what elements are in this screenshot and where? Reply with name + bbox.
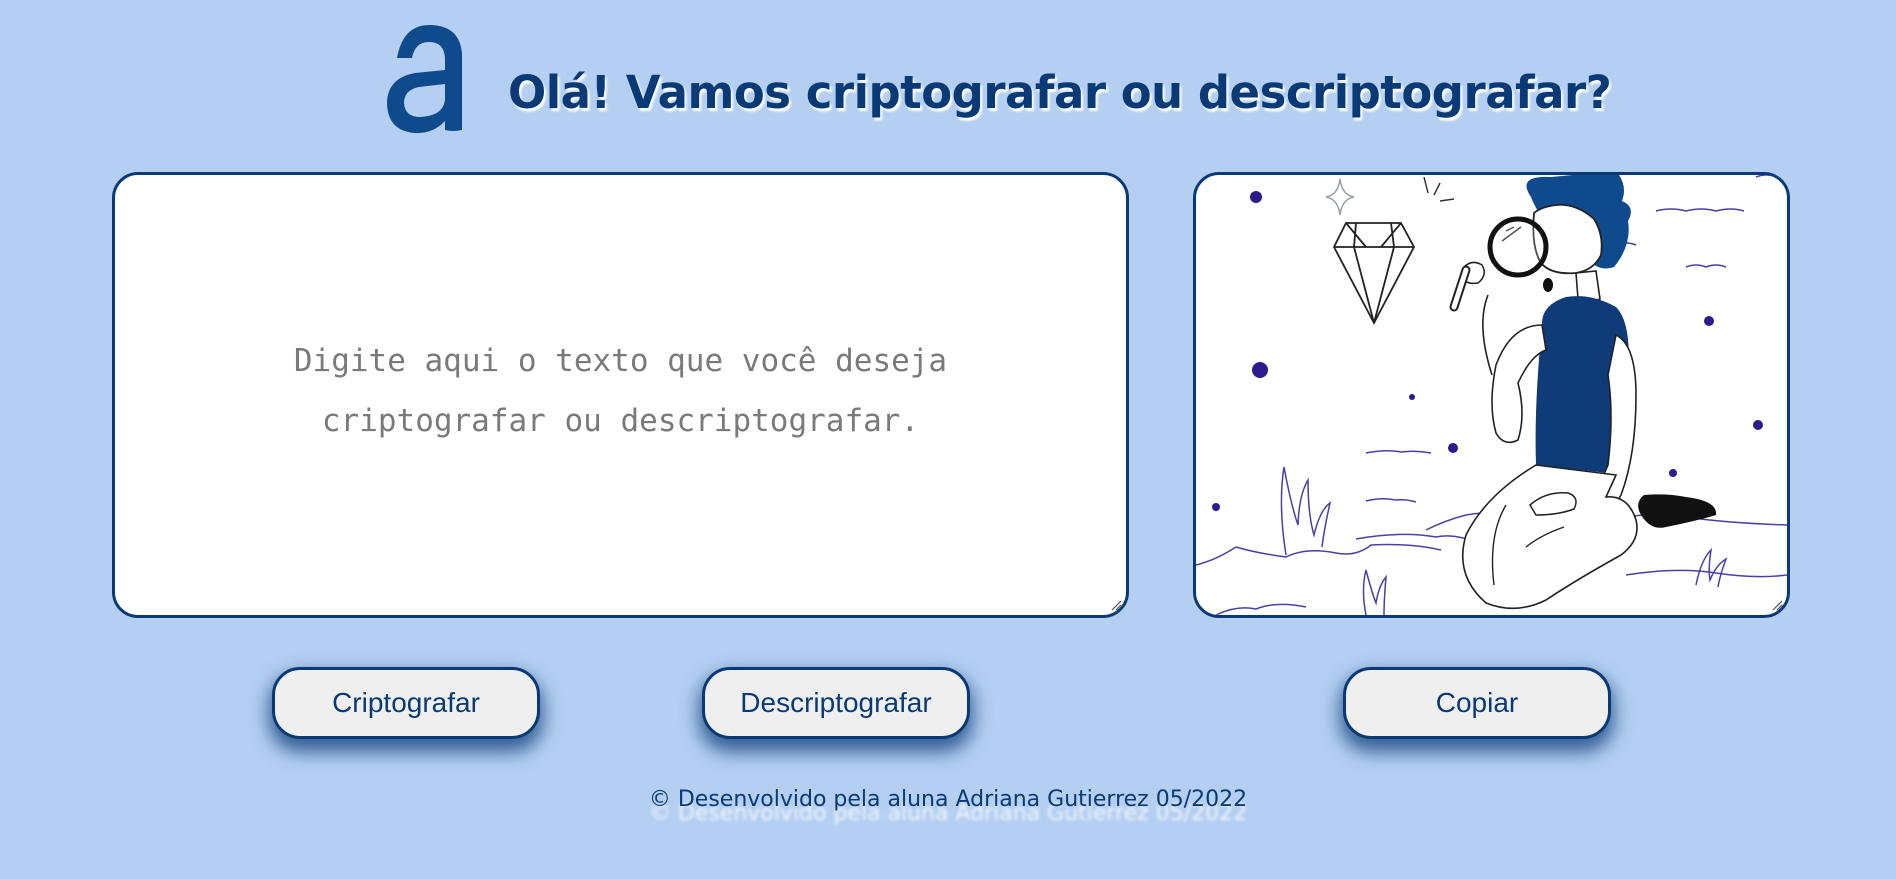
decrypt-button[interactable]: Descriptografar (702, 667, 970, 739)
resize-grip-icon[interactable] (1771, 599, 1783, 611)
letter-a-logo-icon (387, 24, 462, 134)
output-panel (1193, 172, 1790, 618)
page-title: Olá! Vamos criptografar ou descriptograf… (508, 66, 1612, 119)
footer-credit: © Desenvolvido pela aluna Adriana Gutier… (648, 787, 1248, 812)
text-input[interactable] (115, 175, 1126, 615)
text-input-panel (112, 172, 1129, 618)
resize-grip-icon[interactable] (1110, 599, 1122, 611)
encrypt-button[interactable]: Criptografar (272, 667, 540, 739)
copy-button[interactable]: Copiar (1343, 667, 1611, 739)
person-with-magnifying-glass-illustration-icon (1196, 175, 1787, 615)
